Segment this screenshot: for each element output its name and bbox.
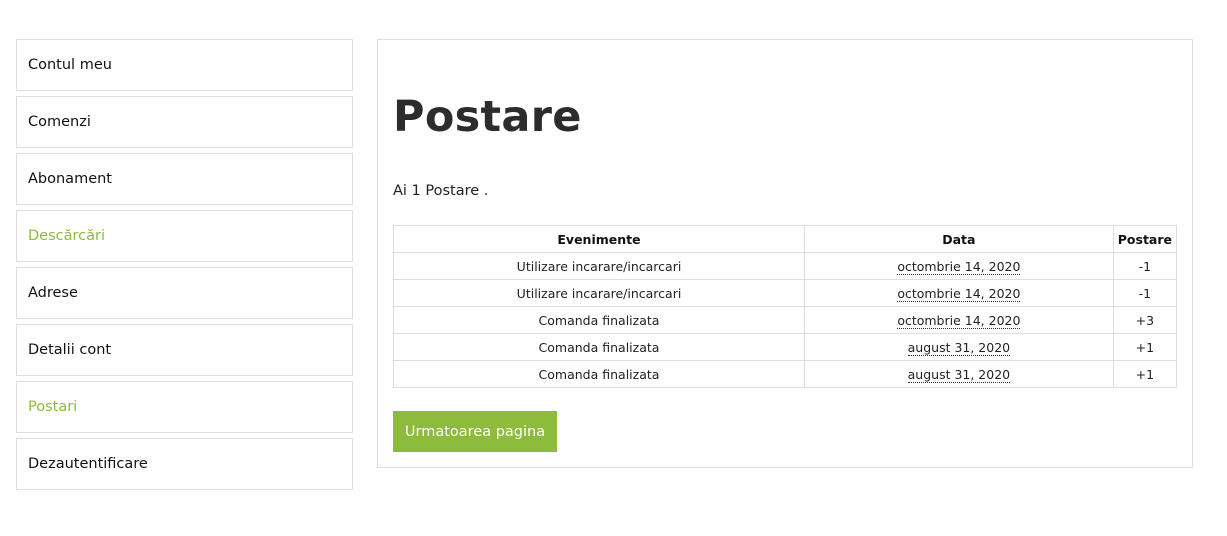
date-value: octombrie 14, 2020 xyxy=(897,312,1021,329)
table-row: Comanda finalizata octombrie 14, 2020 +3 xyxy=(393,306,1178,334)
points-history-table: Evenimente Data Postare Utilizare incara… xyxy=(393,225,1178,388)
points-summary: Ai 1 Postare . xyxy=(393,183,489,199)
account-navigation: Contul meu Comenzi Abonament Descărcări … xyxy=(16,39,353,495)
page-title: Postare xyxy=(393,92,582,142)
table-row: Comanda finalizata august 31, 2020 +1 xyxy=(393,333,1178,361)
table-row: Utilizare incarare/incarcari octombrie 1… xyxy=(393,252,1178,280)
points-cell: +1 xyxy=(1112,333,1178,361)
date-cell: octombrie 14, 2020 xyxy=(804,279,1114,307)
event-cell: Comanda finalizata xyxy=(393,333,805,361)
points-cell: -1 xyxy=(1112,252,1178,280)
nav-item-comenzi[interactable]: Comenzi xyxy=(16,96,353,148)
header-evenimente: Evenimente xyxy=(393,225,805,253)
event-cell: Utilizare incarare/incarcari xyxy=(393,279,805,307)
table-row: Comanda finalizata august 31, 2020 +1 xyxy=(393,360,1178,388)
points-cell: -1 xyxy=(1112,279,1178,307)
table-row: Utilizare incarare/incarcari octombrie 1… xyxy=(393,279,1178,307)
nav-item-dezautentificare[interactable]: Dezautentificare xyxy=(16,438,353,490)
points-cell: +3 xyxy=(1112,306,1178,334)
date-value: august 31, 2020 xyxy=(907,366,1011,383)
date-cell: octombrie 14, 2020 xyxy=(804,306,1114,334)
nav-item-contul-meu[interactable]: Contul meu xyxy=(16,39,353,91)
event-cell: Comanda finalizata xyxy=(393,360,805,388)
table-header-row: Evenimente Data Postare xyxy=(393,225,1178,253)
nav-item-detalii-cont[interactable]: Detalii cont xyxy=(16,324,353,376)
date-value: octombrie 14, 2020 xyxy=(897,258,1021,275)
points-panel: Postare Ai 1 Postare . Evenimente Data P… xyxy=(377,39,1193,468)
header-postare: Postare xyxy=(1112,225,1178,253)
nav-item-abonament[interactable]: Abonament xyxy=(16,153,353,205)
date-cell: august 31, 2020 xyxy=(804,360,1114,388)
next-page-button[interactable]: Urmatoarea pagina xyxy=(393,411,557,452)
event-cell: Comanda finalizata xyxy=(393,306,805,334)
date-value: octombrie 14, 2020 xyxy=(897,285,1021,302)
date-cell: august 31, 2020 xyxy=(804,333,1114,361)
date-value: august 31, 2020 xyxy=(907,339,1011,356)
date-cell: octombrie 14, 2020 xyxy=(804,252,1114,280)
nav-item-adrese[interactable]: Adrese xyxy=(16,267,353,319)
points-cell: +1 xyxy=(1112,360,1178,388)
event-cell: Utilizare incarare/incarcari xyxy=(393,252,805,280)
header-data: Data xyxy=(804,225,1114,253)
nav-item-descarcari[interactable]: Descărcări xyxy=(16,210,353,262)
nav-item-postari[interactable]: Postari xyxy=(16,381,353,433)
